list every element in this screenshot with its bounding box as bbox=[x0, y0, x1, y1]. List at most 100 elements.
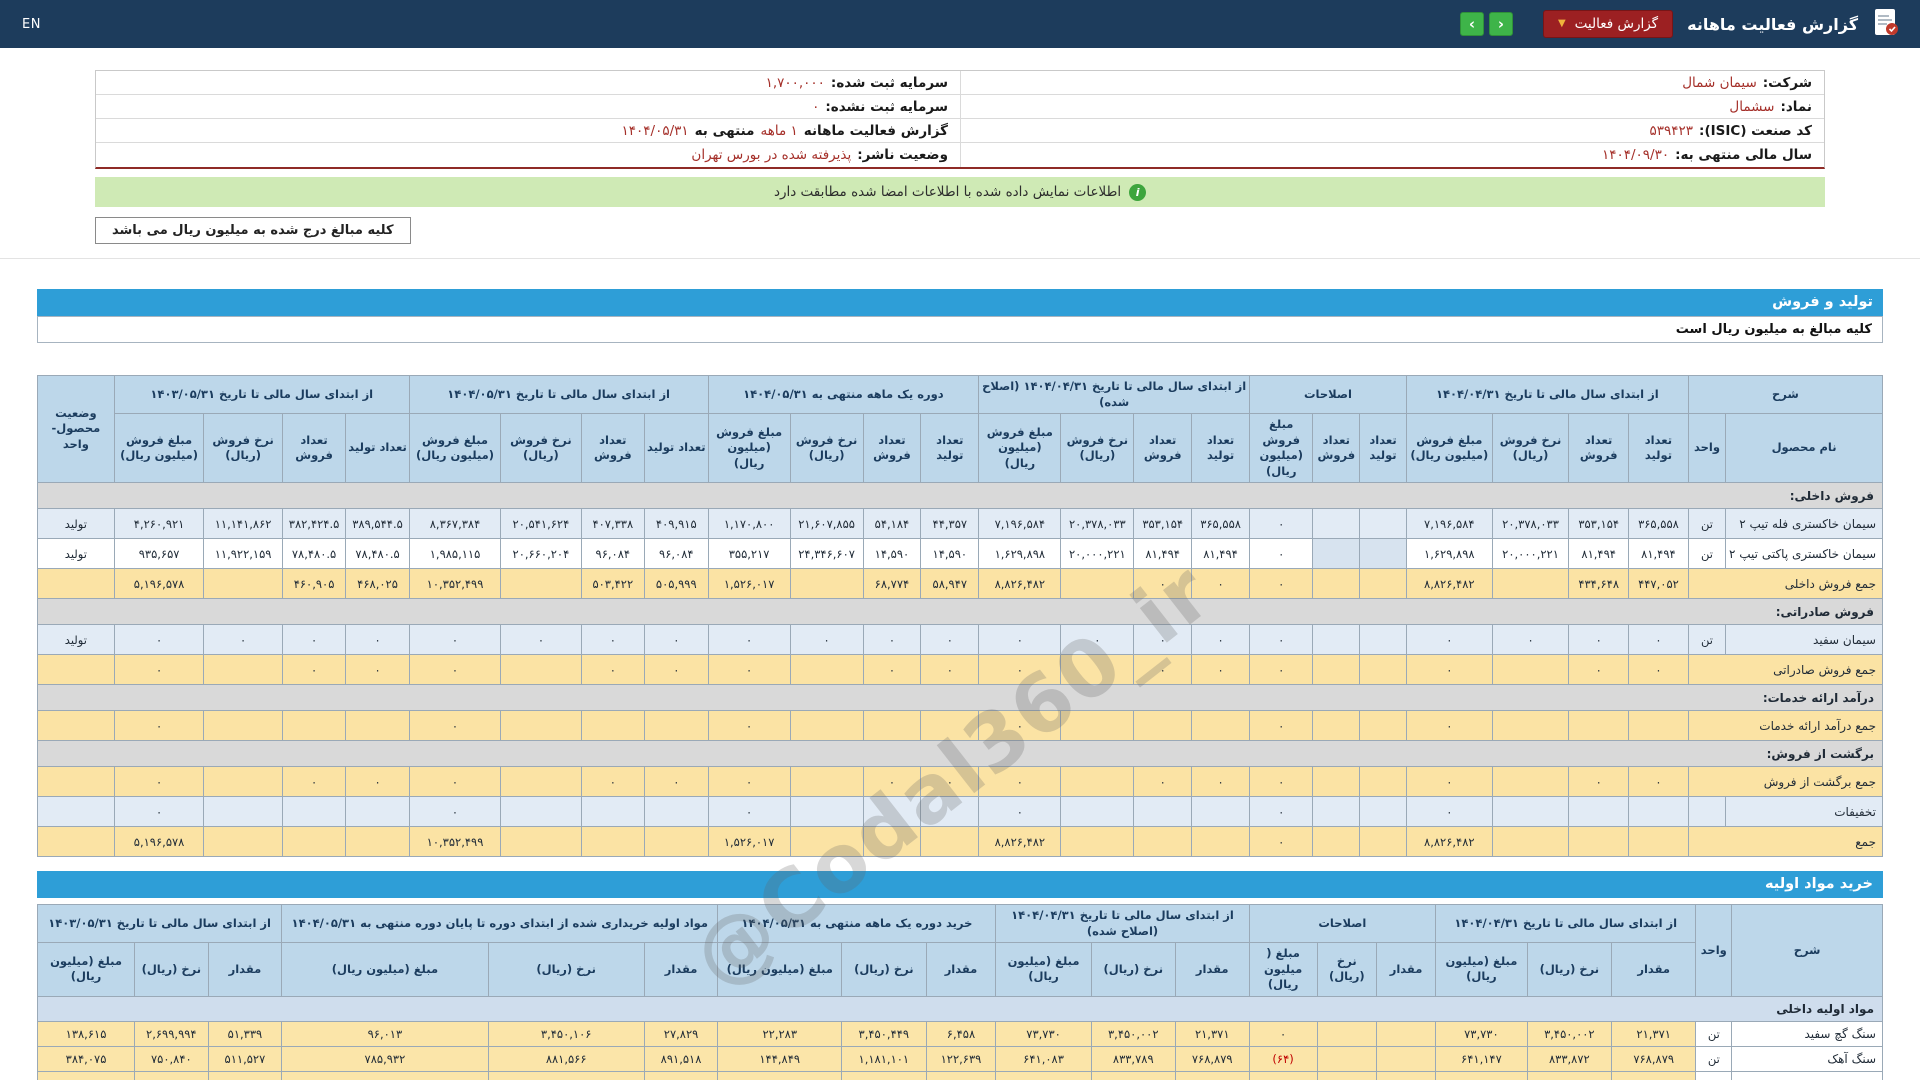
cell bbox=[1359, 508, 1407, 540]
report-type-dropdown[interactable]: گزارش فعالیت ▼ bbox=[1542, 10, 1674, 38]
language-toggle-link[interactable]: EN bbox=[22, 17, 41, 32]
cell bbox=[1133, 710, 1193, 742]
cell bbox=[789, 654, 864, 686]
cell: ۰ bbox=[841, 1070, 927, 1080]
cell bbox=[1133, 796, 1193, 828]
column-header: از ابتدای سال مالی تا تاریخ ۱۴۰۴/۰۴/۳۱ (… bbox=[978, 374, 1250, 415]
signed-data-banner: i اطلاعات نمایش داده شده با اطلاعات امضا… bbox=[95, 177, 1825, 207]
cell: ۰ bbox=[1405, 624, 1493, 656]
cell: درآمد ارائه خدمات: bbox=[37, 684, 1883, 712]
cell bbox=[1191, 826, 1250, 858]
cell: ۳۸۴,۰۷۵ bbox=[36, 1045, 136, 1072]
cell bbox=[345, 796, 410, 828]
cell: ۰ bbox=[707, 624, 791, 656]
cell bbox=[1359, 796, 1407, 828]
prev-report-button[interactable]: ‹ bbox=[1459, 12, 1484, 36]
cell: ۱۳۸,۶۱۵ bbox=[36, 1020, 136, 1047]
cell bbox=[500, 796, 582, 828]
cell: ۱۴۴,۸۴۹ bbox=[717, 1045, 843, 1072]
cell: ۳۶۵,۵۵۸ bbox=[1628, 508, 1689, 540]
info-label: شرکت: bbox=[1762, 74, 1812, 91]
column-header: از ابتدای سال مالی تا تاریخ ۱۴۰۳/۰۵/۳۱ bbox=[36, 904, 283, 944]
cell: ۰ bbox=[500, 624, 582, 656]
cell bbox=[920, 796, 980, 828]
cell: ۲,۶۹۹,۹۹۴ bbox=[134, 1020, 209, 1047]
cell: جمع فروش داخلی bbox=[1687, 568, 1884, 600]
column-header: شرح bbox=[1687, 374, 1884, 415]
cell bbox=[500, 710, 582, 742]
cell: ۴۰۷,۳۳۸ bbox=[580, 508, 646, 540]
cell: ۳,۴۵۰,۱۰۶ bbox=[487, 1020, 645, 1047]
cell: جمع برگشت از فروش bbox=[1687, 766, 1884, 798]
cell: ۰ bbox=[1248, 710, 1314, 742]
cell: ۰ bbox=[281, 654, 347, 686]
company-info-row: سرمایه ثبت نشده: ۰ bbox=[96, 95, 960, 119]
cell: ۰ bbox=[408, 654, 502, 686]
cell: ۰ bbox=[345, 654, 410, 686]
cell: ۸۹۱,۵۱۸ bbox=[643, 1045, 719, 1072]
cell bbox=[37, 826, 115, 858]
column-header: واحد bbox=[1687, 413, 1727, 484]
cell: ۴۶۸,۰۲۵ bbox=[345, 568, 410, 600]
cell: ۰ bbox=[920, 654, 980, 686]
amounts-note-row: کلیه مبالغ درج شده به میلیون ریال می باش… bbox=[95, 217, 1825, 244]
cell bbox=[1312, 568, 1361, 600]
cell bbox=[1375, 1045, 1437, 1072]
cell: تن bbox=[1695, 1020, 1733, 1047]
company-info-left-column: سرمایه ثبت شده: ۱,۷۰۰,۰۰۰ سرمایه ثبت نشده… bbox=[96, 71, 960, 167]
cell: ۰ bbox=[1405, 710, 1493, 742]
cell: ۵۸,۹۴۷ bbox=[920, 568, 980, 600]
cell: ۰ bbox=[1133, 766, 1193, 798]
cell: ۵۱۱,۵۲۷ bbox=[207, 1045, 283, 1072]
cell bbox=[1060, 568, 1135, 600]
cell bbox=[1628, 826, 1689, 858]
topbar-right-group: گزارش فعالیت ماهانه گزارش فعالیت ▼ ‹ › bbox=[1459, 7, 1898, 41]
cell bbox=[1568, 796, 1630, 828]
cell: ۰ bbox=[1248, 654, 1314, 686]
cell: ۴۳۴,۶۴۸ bbox=[1568, 568, 1630, 600]
cell bbox=[580, 710, 646, 742]
column-header: شرح bbox=[1731, 904, 1883, 997]
cell bbox=[281, 826, 347, 858]
cell: ۱۰,۳۵۲,۴۹۹ bbox=[408, 568, 502, 600]
cell: تولید bbox=[37, 508, 115, 540]
cell bbox=[1628, 796, 1689, 828]
cell: ۸۱,۴۹۴ bbox=[1628, 538, 1689, 570]
cell: ۰ bbox=[644, 766, 709, 798]
cell bbox=[1568, 710, 1630, 742]
cell bbox=[1133, 826, 1193, 858]
section-row: درآمد ارائه خدمات: bbox=[37, 684, 1883, 712]
column-header: مبلغ (میلیون ریال) bbox=[717, 942, 843, 997]
cell bbox=[1312, 710, 1361, 742]
cell bbox=[1695, 1070, 1733, 1080]
cell: ۰ bbox=[134, 1070, 209, 1080]
table-row: سیمان خاکستری پاکتی تیپ ۲ تن ۸۱,۴۹۴ ۸۱,۴۹۴ ۲… bbox=[37, 538, 1883, 570]
info-value: ۱۴۰۴/۰۵/۳۱ bbox=[621, 122, 689, 139]
cell: ۳۵۳,۱۵۴ bbox=[1568, 508, 1630, 540]
cell bbox=[37, 766, 115, 798]
cell: ۴۴,۳۵۷ bbox=[920, 508, 980, 540]
cell: ۲۱,۶۰۷,۸۵۵ bbox=[789, 508, 864, 540]
cell bbox=[1375, 1070, 1437, 1080]
cell: ۰ bbox=[207, 1070, 283, 1080]
cell: ۲۷,۸۲۹ bbox=[643, 1020, 719, 1047]
cell: ۱,۱۷۰,۸۰۰ bbox=[707, 508, 791, 540]
cell: ۰ bbox=[1248, 568, 1314, 600]
cell: جمع درآمد ارائه خدمات bbox=[1687, 710, 1884, 742]
cell bbox=[920, 826, 980, 858]
cell: ۵,۱۹۶,۵۷۸ bbox=[113, 826, 205, 858]
cell: تن bbox=[1687, 624, 1727, 656]
column-header: وضعیت محصول-واحد bbox=[37, 374, 115, 484]
cell: ۰ bbox=[36, 1070, 136, 1080]
chevron-down-icon: ▼ bbox=[1557, 18, 1566, 29]
cell: ۳۵۵,۲۱۷ bbox=[707, 538, 791, 570]
next-report-button[interactable]: › bbox=[1488, 12, 1513, 36]
page-title: گزارش فعالیت ماهانه bbox=[1687, 14, 1858, 34]
section-header-raw-materials: خرید مواد اولیه bbox=[37, 871, 1883, 899]
cell: ۰ bbox=[862, 654, 922, 686]
cell bbox=[1359, 826, 1407, 858]
column-header: از ابتدای سال مالی تا تاریخ ۱۴۰۴/۰۵/۳۱ bbox=[408, 374, 709, 415]
cell bbox=[1359, 538, 1407, 570]
company-info: شرکت: سیمان شمال نماد: سشمال کد صنعت (ISIC… bbox=[95, 70, 1825, 169]
cell bbox=[1628, 710, 1689, 742]
